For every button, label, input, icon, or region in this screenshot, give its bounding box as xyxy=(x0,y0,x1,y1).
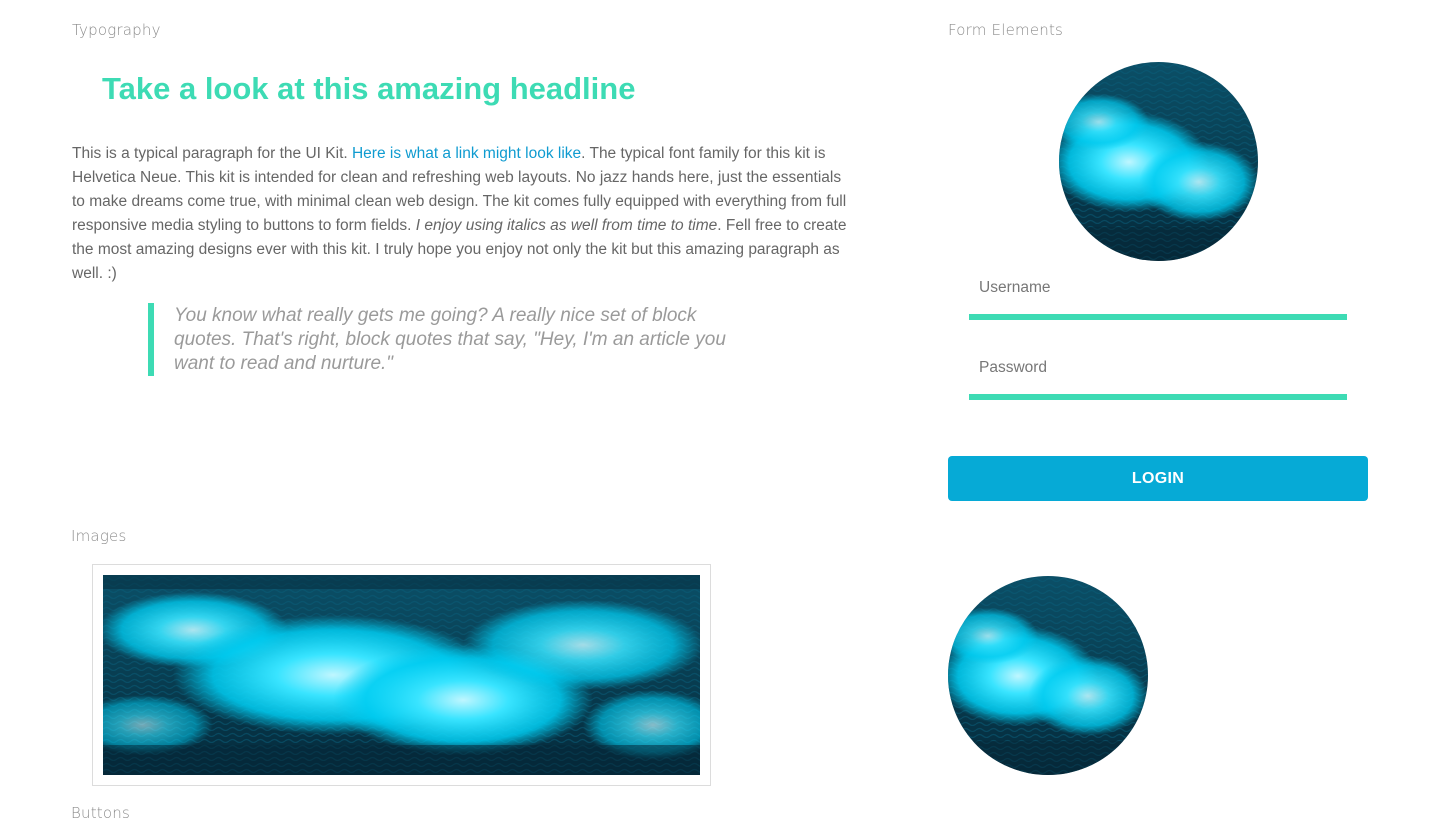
username-field[interactable] xyxy=(969,275,1347,315)
sample-link[interactable]: Here is what a link might look like xyxy=(352,145,581,162)
block-quote-text: You know what really gets me going? A re… xyxy=(174,305,726,374)
ocean-wave-image xyxy=(103,575,700,775)
paragraph-italic-text: I enjoy using italics as well from time … xyxy=(415,217,718,234)
ui-kit-page: Typography Take a look at this amazing h… xyxy=(0,0,1440,818)
framed-image xyxy=(92,564,711,786)
block-quote: You know what really gets me going? A re… xyxy=(148,303,748,376)
section-label-images: Images xyxy=(71,527,127,545)
paragraph-text: This is a typical paragraph for the UI K… xyxy=(72,145,352,162)
password-underline xyxy=(969,394,1347,400)
password-field[interactable] xyxy=(969,355,1347,395)
username-underline xyxy=(969,314,1347,320)
round-image xyxy=(948,576,1148,775)
body-paragraph: This is a typical paragraph for the UI K… xyxy=(72,142,848,286)
avatar xyxy=(1059,62,1258,261)
section-label-form-elements: Form Elements xyxy=(948,21,1064,39)
section-label-typography: Typography xyxy=(72,21,161,39)
page-headline: Take a look at this amazing headline xyxy=(102,71,636,106)
login-button[interactable]: LOGIN xyxy=(948,456,1368,501)
section-label-buttons: Buttons xyxy=(71,804,130,818)
